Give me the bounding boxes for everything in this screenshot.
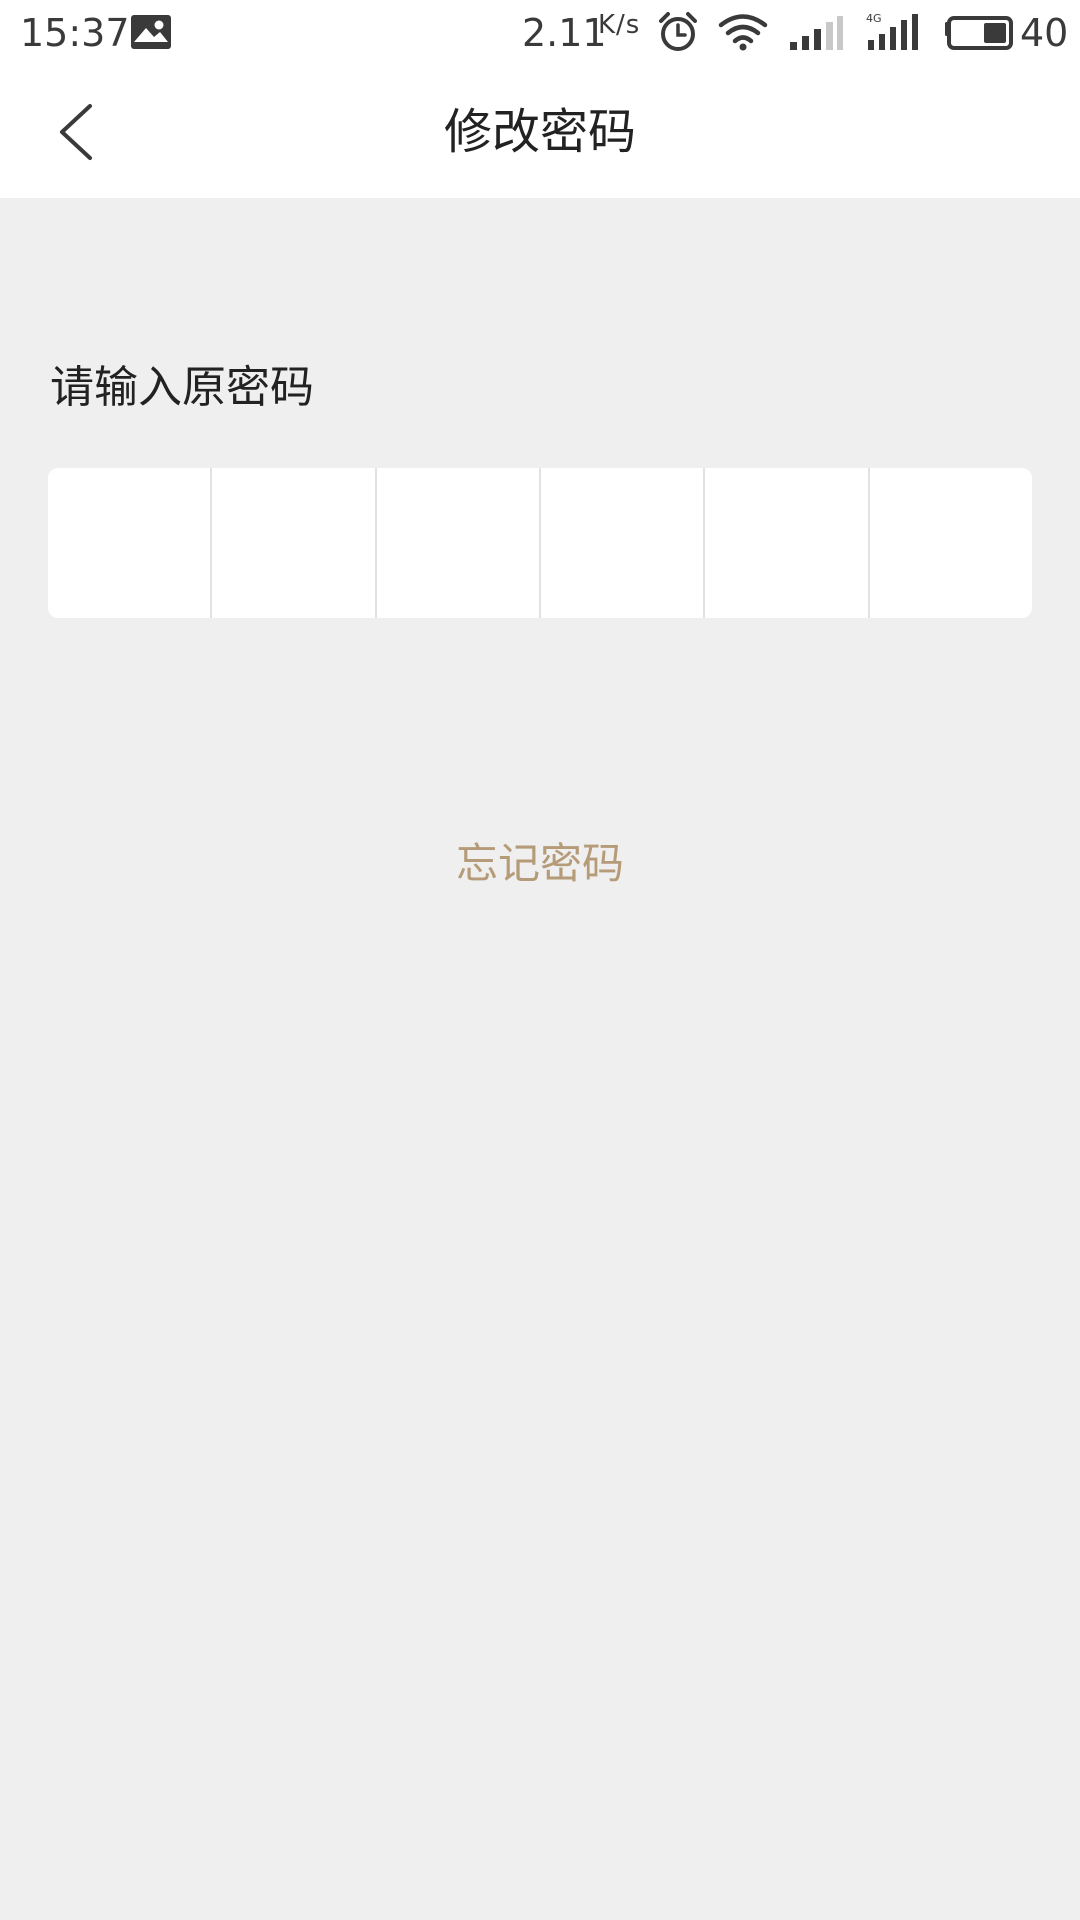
- signal-4g-icon: 4G: [866, 12, 918, 50]
- svg-text:4G: 4G: [866, 12, 882, 25]
- nav-bar: 修改密码: [0, 66, 1080, 198]
- pin-cell-6[interactable]: [870, 468, 1032, 618]
- pin-cell-5[interactable]: [705, 468, 870, 618]
- status-bar: 15:37 2.11 K/s 4G 40: [0, 0, 1080, 66]
- battery-level: 40: [1020, 11, 1069, 55]
- pin-cell-4[interactable]: [541, 468, 706, 618]
- pin-cell-1[interactable]: [48, 468, 213, 618]
- battery-icon: [945, 16, 1013, 50]
- pin-cell-3[interactable]: [377, 468, 541, 618]
- page-title: 修改密码: [443, 104, 636, 160]
- network-speed: 2.11: [522, 11, 607, 55]
- image-notification-icon: [131, 15, 171, 49]
- network-speed-unit: K/s: [598, 10, 641, 40]
- chevron-left-icon: [60, 104, 92, 160]
- alarm-icon: [659, 12, 697, 51]
- wifi-icon: [718, 14, 768, 51]
- status-time: 15:37: [20, 11, 130, 55]
- pin-cell-2[interactable]: [212, 468, 377, 618]
- password-input[interactable]: [48, 468, 1032, 618]
- forgot-password-link[interactable]: 忘记密码: [0, 834, 1080, 894]
- password-prompt: 请输入原密码: [50, 362, 314, 413]
- back-button[interactable]: [40, 90, 124, 174]
- signal-icon: [790, 16, 843, 50]
